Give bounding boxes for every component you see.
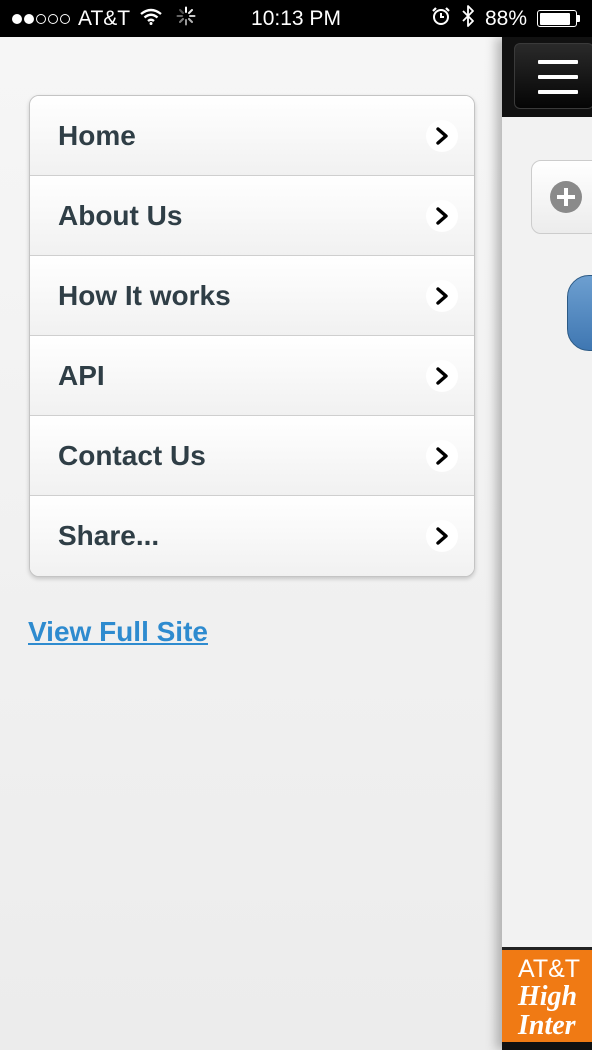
main-page-peek: AT&T High Inter <box>502 37 592 1050</box>
menu-item-about-us[interactable]: About Us <box>30 176 474 256</box>
header-bar <box>502 37 592 117</box>
phone-screen: AT&T 10:13 PM 88% Home About Us How It w… <box>0 0 592 1050</box>
side-menu-panel: Home About Us How It works API Contact U… <box>0 37 502 1050</box>
menu-item-label: API <box>58 359 105 391</box>
menu-toggle-button[interactable] <box>514 43 592 109</box>
battery-body <box>537 10 577 27</box>
menu-item-home[interactable]: Home <box>30 96 474 176</box>
battery-percent: 88% <box>484 6 527 30</box>
menu-item-api[interactable]: API <box>30 336 474 416</box>
view-full-site-link[interactable]: View Full Site <box>28 616 208 648</box>
menu-item-label: About Us <box>58 199 183 231</box>
hamburger-line <box>538 75 578 79</box>
chevron-right-icon <box>426 119 458 152</box>
menu-list: Home About Us How It works API Contact U… <box>29 95 475 577</box>
bluetooth-icon <box>461 4 475 33</box>
status-right: 88% <box>431 0 580 37</box>
alarm-icon <box>431 6 451 32</box>
ad-text-line: High <box>518 981 578 1012</box>
menu-item-label: Contact Us <box>58 439 206 471</box>
menu-item-contact-us[interactable]: Contact Us <box>30 416 474 496</box>
add-button[interactable] <box>531 160 592 234</box>
ad-banner[interactable]: AT&T High Inter <box>502 947 592 1045</box>
status-bar: AT&T 10:13 PM 88% <box>0 0 592 37</box>
bottom-edge <box>502 1042 592 1050</box>
menu-item-label: How It works <box>58 279 231 311</box>
ad-text-line: Inter <box>518 1010 576 1041</box>
menu-item-label: Home <box>58 119 136 151</box>
hamburger-line <box>538 60 578 64</box>
hamburger-line <box>538 90 578 94</box>
battery-icon <box>537 10 580 27</box>
chevron-right-icon <box>426 359 458 392</box>
plus-circle-icon <box>550 181 582 213</box>
chevron-right-icon <box>426 199 458 232</box>
menu-item-how-it-works[interactable]: How It works <box>30 256 474 336</box>
ad-text-line: AT&T <box>518 955 581 983</box>
menu-item-label: Share... <box>58 520 160 551</box>
chevron-right-icon <box>426 439 458 472</box>
chevron-right-icon <box>426 520 458 552</box>
menu-item-share[interactable]: Share... <box>30 496 474 576</box>
battery-fill <box>539 12 571 25</box>
battery-cap <box>577 15 580 22</box>
blue-action-button[interactable] <box>567 275 592 351</box>
chevron-right-icon <box>426 279 458 312</box>
